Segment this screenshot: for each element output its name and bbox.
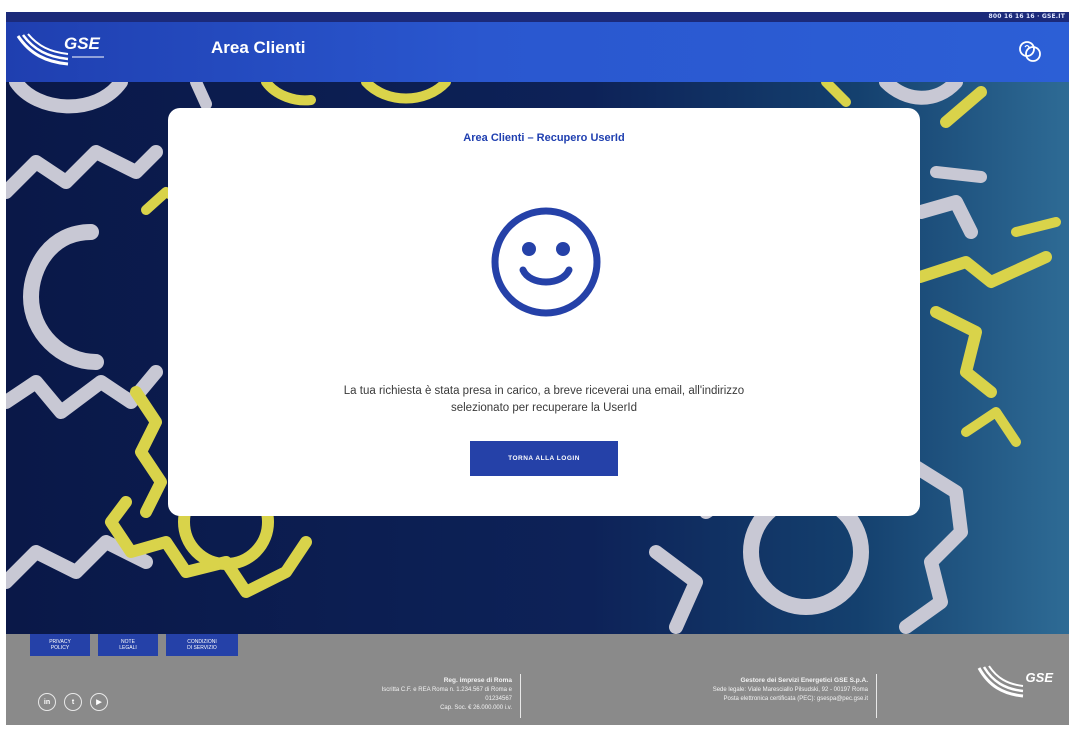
- footer-button-label: LEGALI: [119, 645, 137, 651]
- registry-line: 01234567: [485, 696, 512, 702]
- footer: PRIVACY POLICY NOTE LEGALI CONDIZIONI DI…: [6, 634, 1069, 725]
- contact-phone: 800 16 16 16 · GSE.IT: [988, 13, 1065, 20]
- footer-button-label: DI SERVIZIO: [187, 645, 217, 651]
- back-to-login-button[interactable]: TORNA ALLA LOGIN: [470, 441, 618, 476]
- smiley-icon: [488, 204, 604, 320]
- terms-of-service-button[interactable]: CONDIZIONI DI SERVIZIO: [166, 634, 238, 656]
- company-info: Gestore dei Servizi Energetici GSE S.p.A…: [566, 676, 868, 704]
- registry-line: Iscritta C.F. e REA Roma n. 1.234.567 di…: [381, 687, 512, 693]
- legal-notes-button[interactable]: NOTE LEGALI: [98, 634, 158, 656]
- company-line: Sede legale: Viale Maresciallo Pilsudski…: [712, 687, 868, 693]
- registry-title: Reg. imprese di Roma: [443, 677, 512, 684]
- registry-line: Cap. Soc. € 26.000.000 i.v.: [440, 705, 512, 711]
- linkedin-icon[interactable]: in: [38, 693, 56, 711]
- youtube-glyph: ▶: [96, 699, 102, 706]
- twitter-icon[interactable]: t: [64, 693, 82, 711]
- header: GSE Area Clienti: [6, 22, 1069, 82]
- footer-divider: [520, 674, 521, 718]
- gse-logo[interactable]: GSE: [16, 30, 108, 74]
- hero-background: Area Clienti – Recupero UserId La tua ri…: [6, 82, 1069, 634]
- linkedin-glyph: in: [43, 698, 51, 706]
- footer-logo-text: GSE: [1025, 670, 1053, 685]
- footer-gse-logo[interactable]: GSE: [977, 662, 1055, 706]
- company-line: Posta elettronica certificata (PEC): gse…: [723, 696, 869, 702]
- logo-text: GSE: [64, 34, 100, 53]
- registry-info: Reg. imprese di Roma Iscritta C.F. e REA…: [246, 676, 512, 713]
- message-line-1: La tua richiesta è stata presa in carico…: [343, 385, 745, 397]
- footer-divider: [876, 674, 877, 718]
- support-chat-icon[interactable]: [1017, 38, 1043, 64]
- page-title: Area Clienti: [211, 38, 306, 57]
- recovery-card: Area Clienti – Recupero UserId La tua ri…: [168, 108, 920, 516]
- message-line-2: selezionato per recuperare la UserId: [450, 402, 638, 414]
- top-strip: 800 16 16 16 · GSE.IT: [6, 12, 1069, 22]
- youtube-icon[interactable]: ▶: [90, 693, 108, 711]
- privacy-policy-button[interactable]: PRIVACY POLICY: [30, 634, 90, 656]
- page: 800 16 16 16 · GSE.IT GSE Area Clienti A…: [6, 12, 1069, 725]
- confirmation-message: La tua richiesta è stata presa in carico…: [258, 383, 830, 417]
- footer-button-label: POLICY: [50, 645, 70, 651]
- company-title: Gestore dei Servizi Energetici GSE S.p.A…: [740, 677, 868, 684]
- card-title: Area Clienti – Recupero UserId: [463, 132, 625, 144]
- twitter-glyph: t: [71, 698, 75, 706]
